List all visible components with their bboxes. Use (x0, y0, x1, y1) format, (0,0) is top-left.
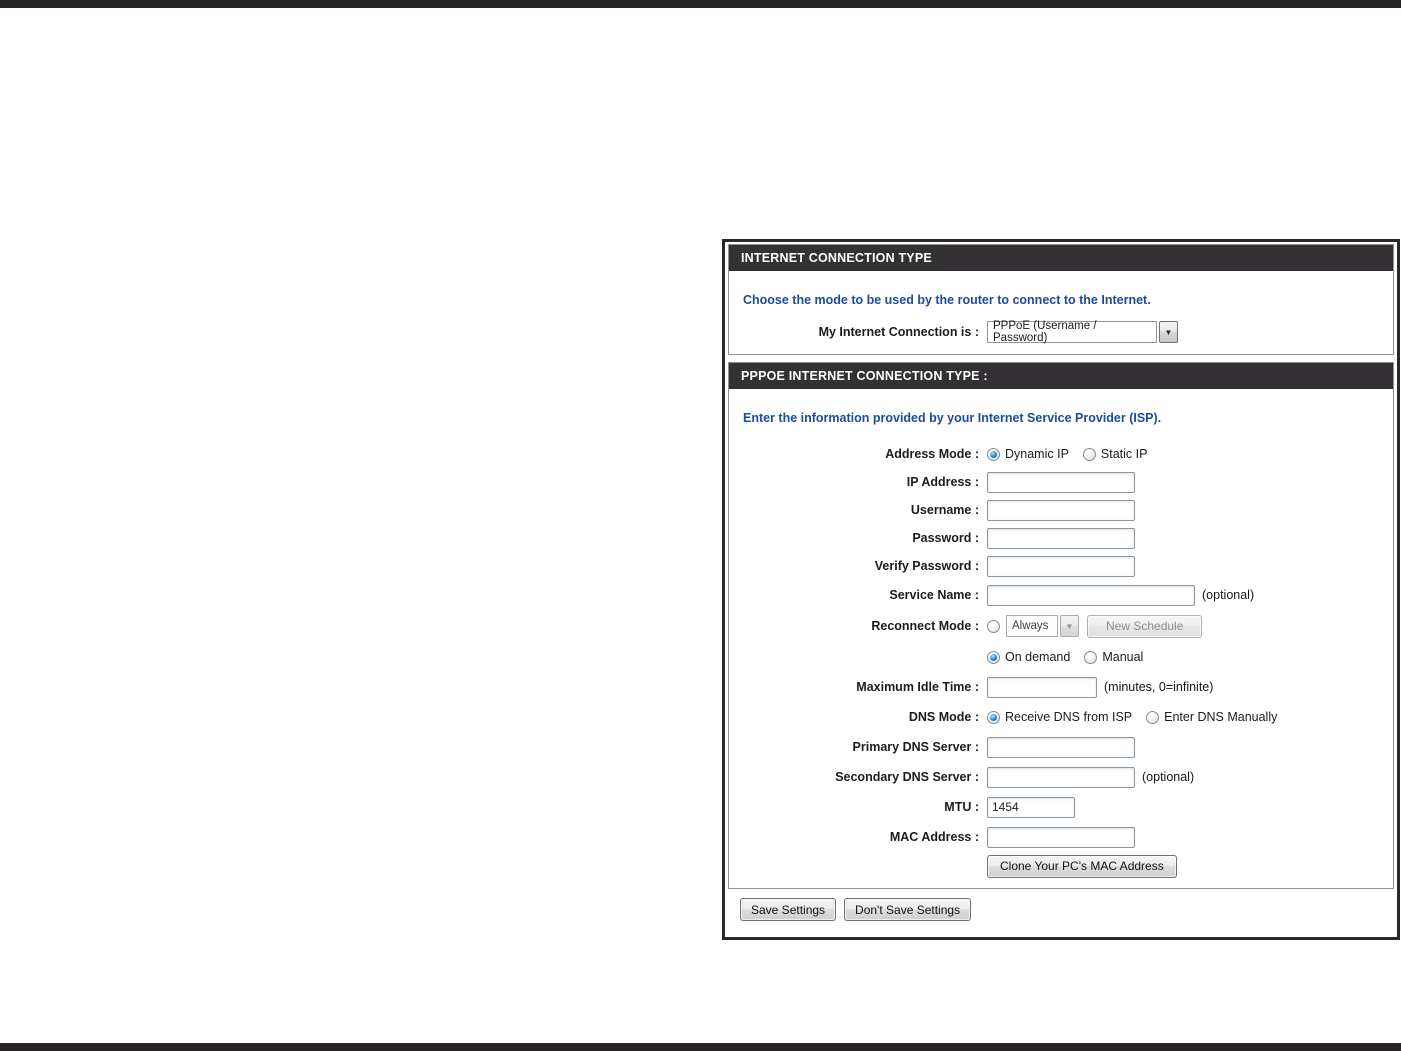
mac-address-row: MAC Address : (729, 822, 1393, 852)
ip-address-row: IP Address : (729, 468, 1393, 496)
pppoe-description: Enter the information provided by your I… (743, 411, 1162, 425)
verify-password-input[interactable] (987, 555, 1135, 577)
address-mode-label: Address Mode : (885, 447, 979, 461)
maximum-idle-time-input[interactable] (987, 676, 1097, 698)
mtu-label: MTU : (944, 800, 979, 814)
maximum-idle-time-row: Maximum Idle Time : (minutes, 0=infinite… (729, 672, 1393, 702)
service-name-input[interactable] (987, 584, 1195, 606)
enter-dns-radio[interactable] (1146, 710, 1160, 724)
username-label: Username : (910, 503, 979, 517)
enter-dns-label: Enter DNS Manually (1164, 710, 1278, 724)
pppoe-form: Address Mode : Dynamic IP Static IP IP A… (729, 440, 1393, 880)
clone-mac-row: Clone Your PC's MAC Address (729, 852, 1393, 880)
ip-address-label: IP Address : (906, 475, 979, 489)
manual-label: Manual (1102, 650, 1144, 664)
secondary-dns-optional-note: (optional) (1142, 770, 1195, 784)
manual-radio[interactable] (1084, 650, 1098, 664)
ip-address-input[interactable] (987, 471, 1135, 493)
internet-connection-description: Choose the mode to be used by the router… (743, 293, 1151, 307)
section-header-pppoe-connection-type: PPPOE INTERNET CONNECTION TYPE : (729, 363, 1393, 389)
secondary-dns-label: Secondary DNS Server : (835, 770, 979, 784)
internet-connection-select[interactable]: PPPoE (Username / Password) ▼ (987, 320, 1178, 344)
internet-connection-type-section: INTERNET CONNECTION TYPE Choose the mode… (728, 244, 1394, 355)
on-demand-label: On demand (1005, 650, 1071, 664)
dns-mode-row: DNS Mode : Receive DNS from ISP Enter DN… (729, 702, 1393, 732)
footer-buttons-row: Save Settings Don't Save Settings (740, 898, 1395, 921)
primary-dns-row: Primary DNS Server : (729, 732, 1393, 762)
section-header-internet-connection-type: INTERNET CONNECTION TYPE (729, 245, 1393, 271)
dynamic-ip-radio[interactable] (987, 447, 1000, 461)
internet-connection-selected-value[interactable]: PPPoE (Username / Password) (987, 320, 1157, 344)
my-internet-connection-label: My Internet Connection is : (818, 325, 979, 339)
username-input[interactable] (987, 499, 1135, 521)
dont-save-settings-button[interactable]: Don't Save Settings (844, 898, 972, 921)
secondary-dns-input[interactable] (987, 766, 1135, 788)
router-settings-panel: INTERNET CONNECTION TYPE Choose the mode… (722, 239, 1400, 940)
page-top-rule (0, 0, 1401, 8)
password-input[interactable] (987, 527, 1135, 549)
verify-password-label: Verify Password : (874, 559, 979, 573)
clone-mac-button[interactable]: Clone Your PC's MAC Address (987, 854, 1177, 878)
chevron-down-icon[interactable]: ▼ (1060, 615, 1079, 637)
mtu-input[interactable] (987, 796, 1075, 818)
chevron-down-icon[interactable]: ▼ (1159, 321, 1178, 343)
dynamic-ip-label: Dynamic IP (1005, 447, 1069, 461)
reconnect-mode-label: Reconnect Mode : (871, 619, 979, 633)
reconnect-schedule-selected-value[interactable]: Always (1006, 615, 1058, 637)
verify-password-row: Verify Password : (729, 552, 1393, 580)
receive-dns-radio[interactable] (987, 710, 1000, 724)
new-schedule-button[interactable]: New Schedule (1087, 614, 1203, 638)
secondary-dns-row: Secondary DNS Server : (optional) (729, 762, 1393, 792)
reconnect-always-radio[interactable] (987, 619, 1000, 633)
password-row: Password : (729, 524, 1393, 552)
primary-dns-label: Primary DNS Server : (852, 740, 979, 754)
maximum-idle-time-note: (minutes, 0=infinite) (1104, 680, 1214, 694)
on-demand-radio[interactable] (987, 650, 1000, 664)
password-label: Password : (912, 531, 979, 545)
reconnect-schedule-select[interactable]: Always ▼ (1006, 615, 1079, 637)
receive-dns-label: Receive DNS from ISP (1005, 710, 1133, 724)
mac-address-label: MAC Address : (889, 830, 979, 844)
pppoe-connection-type-section: PPPOE INTERNET CONNECTION TYPE : Enter t… (728, 362, 1394, 889)
dns-mode-label: DNS Mode : (908, 710, 979, 724)
reconnect-mode-row: Reconnect Mode : Always ▼ New Schedule (729, 610, 1393, 642)
address-mode-row: Address Mode : Dynamic IP Static IP (729, 440, 1393, 468)
reconnect-mode-row-2: On demand Manual (729, 642, 1393, 672)
service-name-optional-note: (optional) (1202, 588, 1255, 602)
mac-address-input[interactable] (987, 826, 1135, 848)
my-internet-connection-row: My Internet Connection is : PPPoE (Usern… (729, 316, 1393, 348)
mtu-row: MTU : (729, 792, 1393, 822)
page-bottom-rule (0, 1043, 1401, 1051)
manual-page: INTERNET CONNECTION TYPE Choose the mode… (0, 0, 1401, 1051)
service-name-row: Service Name : (optional) (729, 580, 1393, 610)
username-row: Username : (729, 496, 1393, 524)
service-name-label: Service Name : (889, 588, 979, 602)
primary-dns-input[interactable] (987, 736, 1135, 758)
static-ip-label: Static IP (1100, 447, 1148, 461)
save-settings-button[interactable]: Save Settings (740, 898, 837, 921)
maximum-idle-time-label: Maximum Idle Time : (856, 680, 979, 694)
static-ip-radio[interactable] (1082, 447, 1096, 461)
